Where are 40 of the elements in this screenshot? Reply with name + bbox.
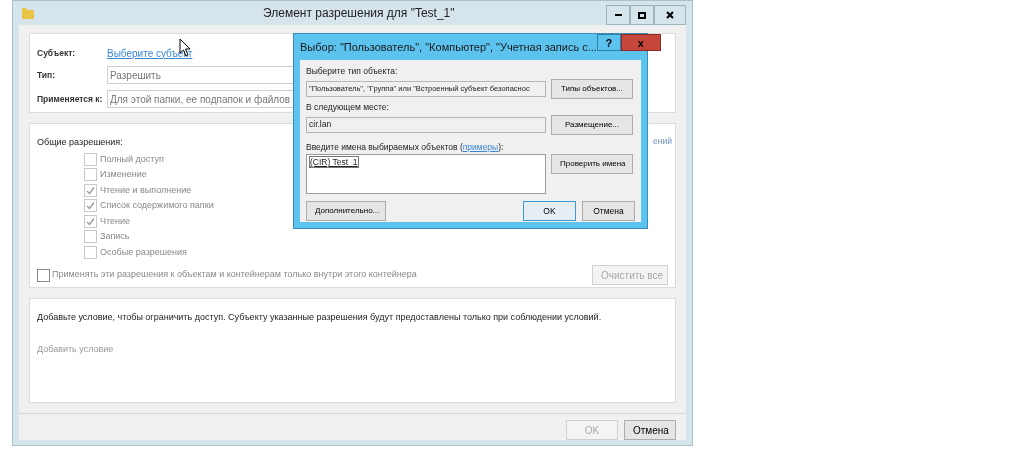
permission-label: Список содержимого папки: [100, 199, 214, 212]
locations-button[interactable]: Размещение...: [551, 114, 633, 135]
checkbox[interactable]: [84, 152, 97, 166]
permission-label: Чтение: [100, 214, 131, 228]
field-label: Субъект:: [37, 46, 77, 60]
name-entry: (CIR) Test_1: [309, 156, 359, 169]
checkbox[interactable]: [84, 199, 97, 213]
minimize-button[interactable]: [606, 5, 630, 25]
permission-label: Полный доступ: [100, 152, 164, 166]
field-label: Применяется к:: [37, 92, 104, 106]
dialog-cancel-button[interactable]: Отмена: [582, 201, 635, 222]
help-button[interactable]: ?: [596, 34, 621, 51]
location-field: cir.lan: [306, 116, 546, 133]
dialog-title: Выбор: "Пользователь", "Компьютер", "Учетная запись с...: [300, 40, 597, 55]
field-label: Тип:: [37, 68, 57, 82]
close-button[interactable]: [654, 5, 686, 25]
names-field[interactable]: (CIR) Test_1: [306, 154, 546, 195]
close-icon: [666, 11, 674, 19]
window-title: Элемент разрешения для "Test_1": [263, 5, 455, 22]
section-heading: Общие разрешения:: [37, 136, 123, 149]
checkbox[interactable]: [84, 245, 97, 259]
close-button[interactable]: x: [620, 34, 661, 51]
condition-description: Добавьте условие, чтобы ограничить доступ. Субъекту указанные разрешения будут предоставлены только при соблюдении условий.: [37, 311, 602, 324]
checkbox[interactable]: [84, 183, 97, 197]
advanced-button[interactable]: Дополнительно...: [306, 201, 386, 222]
checkbox[interactable]: [84, 214, 97, 228]
permission-label: Особые разрешения: [100, 245, 187, 259]
checkbox[interactable]: [84, 230, 97, 244]
checkbox[interactable]: [84, 168, 97, 182]
folder-icon: [21, 6, 35, 20]
permission-label: Запись: [100, 230, 130, 243]
permission-label: Изменение: [100, 168, 147, 181]
permission-label: Чтение и выполнение: [100, 183, 192, 197]
apply-inside-label: Применять эти разрешения к объектам и контейнерам только внутри этого контейнера: [52, 268, 417, 282]
cancel-button[interactable]: Отмена: [624, 420, 676, 440]
names-label: Введите имена выбираемых объектов (примеры):: [306, 140, 504, 154]
checkbox[interactable]: [37, 268, 50, 282]
object-types-button[interactable]: Типы объектов...: [551, 78, 633, 99]
dialog-ok-button[interactable]: OK: [523, 201, 576, 222]
check-names-button[interactable]: Проверить имена: [551, 154, 633, 175]
